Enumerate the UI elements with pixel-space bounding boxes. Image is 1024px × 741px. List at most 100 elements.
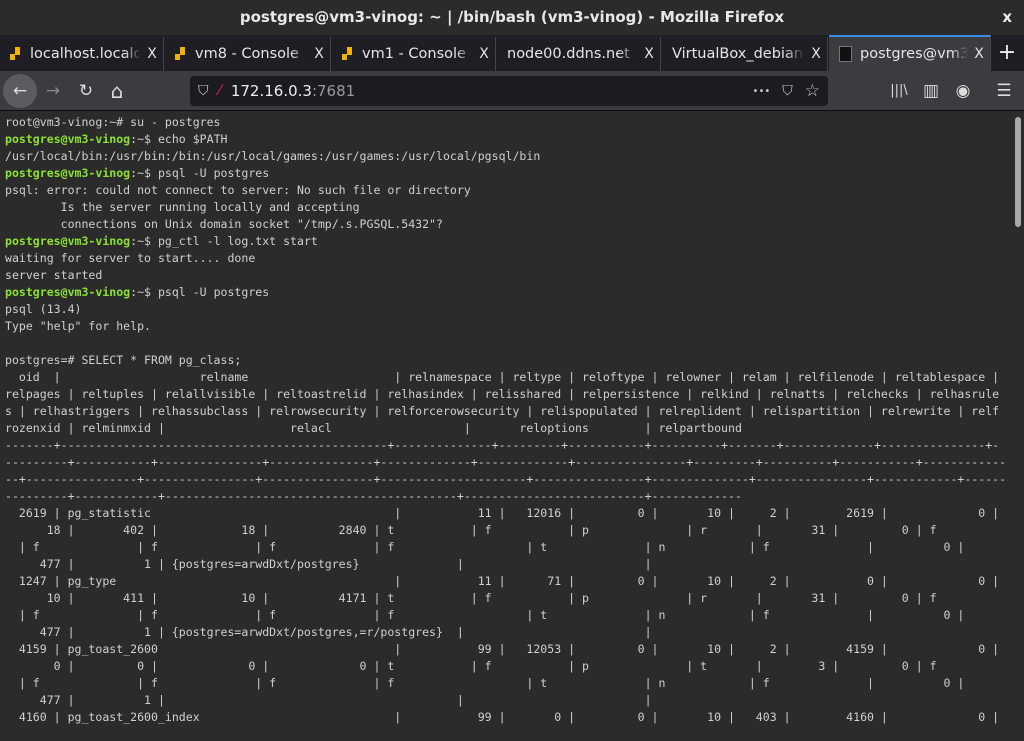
terminal-line: psql (13.4) <box>5 301 1012 318</box>
prompt-path: :~$ <box>130 166 158 180</box>
terminal-line: -------+--------------------------------… <box>5 437 1012 454</box>
reload-button[interactable]: ↻ <box>70 75 102 107</box>
terminal-line: 1247 | pg_type | 11 | 71 | 0 | 10 | 2 | … <box>5 573 1012 590</box>
close-tab-icon[interactable]: X <box>638 46 660 62</box>
vm-icon <box>175 47 187 61</box>
close-tab-icon[interactable]: X <box>968 46 990 62</box>
prompt-path: :~$ <box>130 132 158 146</box>
line-text: 0 | 0 | 0 | 0 | t | f | p | t | 3 | 0 | … <box>5 659 937 673</box>
line-text: s | relhastriggers | relhassubclass | re… <box>5 404 1000 418</box>
line-text: 10 | 411 | 10 | 4171 | t | f | p | r | 3… <box>5 591 937 605</box>
terminal-line: 477 | 1 | | | <box>5 692 1012 709</box>
close-window-button[interactable]: x <box>1002 0 1012 35</box>
page-actions-icon[interactable]: ••• <box>753 86 771 97</box>
url-host: 172.16.0.3 <box>230 82 312 100</box>
line-text: postgres=# SELECT * FROM pg_class; <box>5 353 242 367</box>
close-tab-icon[interactable]: X <box>805 46 827 62</box>
close-tab-icon[interactable]: X <box>141 46 163 62</box>
back-button[interactable]: ← <box>3 74 37 108</box>
terminal-line: ---------+-----------+---------------+--… <box>5 454 1012 471</box>
tab-postgres-terminal[interactable]: postgres@vm3-vinogX <box>829 35 991 71</box>
line-text: pg_ctl -l log.txt start <box>157 234 318 248</box>
terminal-output[interactable]: root@vm3-vinog:~# su - postgres postgres@… <box>0 111 1012 741</box>
terminal-line: Is the server running locally and accept… <box>5 199 1012 216</box>
prompt-user-host: postgres@vm3-vinog <box>5 132 131 146</box>
terminal-scrollbar[interactable] <box>1012 111 1024 741</box>
line-text: server started <box>5 268 103 282</box>
tab-label: vm8 - Console <box>195 46 299 62</box>
terminal-line: oid | relname | relnamespace | reltype |… <box>5 369 1012 386</box>
line-text: | f | f | f | f | t | n | f | 0 | <box>5 608 972 622</box>
terminal-line: server started <box>5 267 1012 284</box>
terminal-line: 4160 | pg_toast_2600_index | 99 | 0 | 0 … <box>5 709 1012 726</box>
line-text: -------+--------------------------------… <box>5 438 1000 452</box>
prompt-line: postgres@vm3-vinog:~$ pg_ctl -l log.txt … <box>5 233 1012 250</box>
scrollbar-thumb[interactable] <box>1015 117 1021 227</box>
line-text: 477 | 1 | {postgres=arwdDxt/postgres,=r/… <box>5 625 659 639</box>
line-text: 477 | 1 | {postgres=arwdDxt/postgres} | … <box>5 557 659 571</box>
line-text: Type "help" for help. <box>5 319 151 333</box>
navigation-toolbar: ← → ↻ ⌂ ⛉ ⁄ 172.16.0.3:7681 ••• ⛉ ☆ |||\… <box>0 71 1024 111</box>
line-text: 1247 | pg_type | 11 | 71 | 0 | 10 | 2 | … <box>5 574 1007 588</box>
terminal-line: | f | f | f | f | t | n | f | 0 | <box>5 675 1012 692</box>
home-button[interactable]: ⌂ <box>101 75 133 107</box>
pocket-icon[interactable]: ⛉ <box>782 83 793 99</box>
close-tab-icon[interactable]: X <box>473 46 495 62</box>
tab-node00[interactable]: node00.ddns.net X <box>497 37 661 71</box>
terminal-line: --+----------------+----------------+---… <box>5 471 1012 488</box>
tab-label: vm1 - Console <box>362 46 466 62</box>
terminal-icon <box>839 46 852 62</box>
tab-label: localhost.localdomain <box>30 46 141 62</box>
prompt-line: postgres@vm3-vinog:~$ echo $PATH <box>5 131 1012 148</box>
tab-vm1-console[interactable]: vm1 - Console X <box>332 37 496 71</box>
line-text: 2619 | pg_statistic | 11 | 12016 | 0 | 1… <box>5 506 1007 520</box>
tab-virtualbox[interactable]: VirtualBox_debian X <box>662 37 828 71</box>
tab-label: VirtualBox_debian <box>672 46 804 62</box>
vm-icon <box>342 47 354 61</box>
bookmark-star-icon[interactable]: ☆ <box>805 81 820 101</box>
line-text: root@vm3-vinog:~# su - postgres <box>5 115 221 129</box>
terminal-line: 10 | 411 | 10 | 4171 | t | f | p | r | 3… <box>5 590 1012 607</box>
account-icon[interactable]: ◉ <box>947 75 979 107</box>
prompt-user-host: postgres@vm3-vinog <box>5 234 131 248</box>
terminal-line: | f | f | f | f | t | n | f | 0 | <box>5 607 1012 624</box>
terminal-line: 2619 | pg_statistic | 11 | 12016 | 0 | 1… <box>5 505 1012 522</box>
line-text: psql (13.4) <box>5 302 82 316</box>
line-text: | f | f | f | f | t | n | f | 0 | <box>5 676 972 690</box>
forward-button[interactable]: → <box>37 75 69 107</box>
tab-localhost[interactable]: localhost.localdomainX <box>0 37 164 71</box>
line-text: ---------+------------+-----------------… <box>5 489 742 503</box>
terminal-line: psql: error: could not connect to server… <box>5 182 1012 199</box>
line-text: rozenxid | relminmxid | relacl | relopti… <box>5 421 742 435</box>
shield-icon[interactable]: ⛉ <box>198 83 209 99</box>
terminal-line: relpages | reltuples | relallvisible | r… <box>5 386 1012 403</box>
new-tab-button[interactable]: + <box>990 37 1024 71</box>
tab-vm8-console[interactable]: vm8 - Console X <box>165 37 331 71</box>
line-text: ---------+-----------+---------------+--… <box>5 455 1007 469</box>
vm-icon <box>10 47 22 61</box>
terminal-line: | f | f | f | f | t | n | f | 0 | <box>5 539 1012 556</box>
terminal-line: rozenxid | relminmxid | relacl | relopti… <box>5 420 1012 437</box>
prompt-line: postgres@vm3-vinog:~$ psql -U postgres <box>5 284 1012 301</box>
terminal-line: waiting for server to start.... done <box>5 250 1012 267</box>
library-icon[interactable]: |||\ <box>883 75 915 107</box>
line-text: psql: error: could not connect to server… <box>5 183 471 197</box>
terminal-line: Type "help" for help. <box>5 318 1012 335</box>
close-tab-icon[interactable]: X <box>308 46 330 62</box>
menu-icon[interactable]: ☰ <box>988 75 1020 107</box>
terminal-line: 18 | 402 | 18 | 2840 | t | f | p | r | 3… <box>5 522 1012 539</box>
insecure-lock-icon[interactable]: ⁄ <box>219 83 221 99</box>
line-text: 477 | 1 | | | <box>5 693 659 707</box>
line-text: psql -U postgres <box>157 285 270 299</box>
sidebar-icon[interactable]: ▥ <box>915 75 947 107</box>
line-text: psql -U postgres <box>157 166 270 180</box>
line-text: waiting for server to start.... done <box>5 251 256 265</box>
terminal-line: /usr/local/bin:/usr/bin:/bin:/usr/local/… <box>5 148 1012 165</box>
url-bar[interactable]: ⛉ ⁄ 172.16.0.3:7681 ••• ⛉ ☆ <box>190 76 828 106</box>
tab-label: node00.ddns.net <box>507 46 630 62</box>
terminal-line: postgres=# SELECT * FROM pg_class; <box>5 352 1012 369</box>
prompt-user-host: postgres@vm3-vinog <box>5 285 131 299</box>
line-text: 4160 | pg_toast_2600_index | 99 | 0 | 0 … <box>5 710 1007 724</box>
line-text: /usr/local/bin:/usr/bin:/bin:/usr/local/… <box>5 149 541 163</box>
